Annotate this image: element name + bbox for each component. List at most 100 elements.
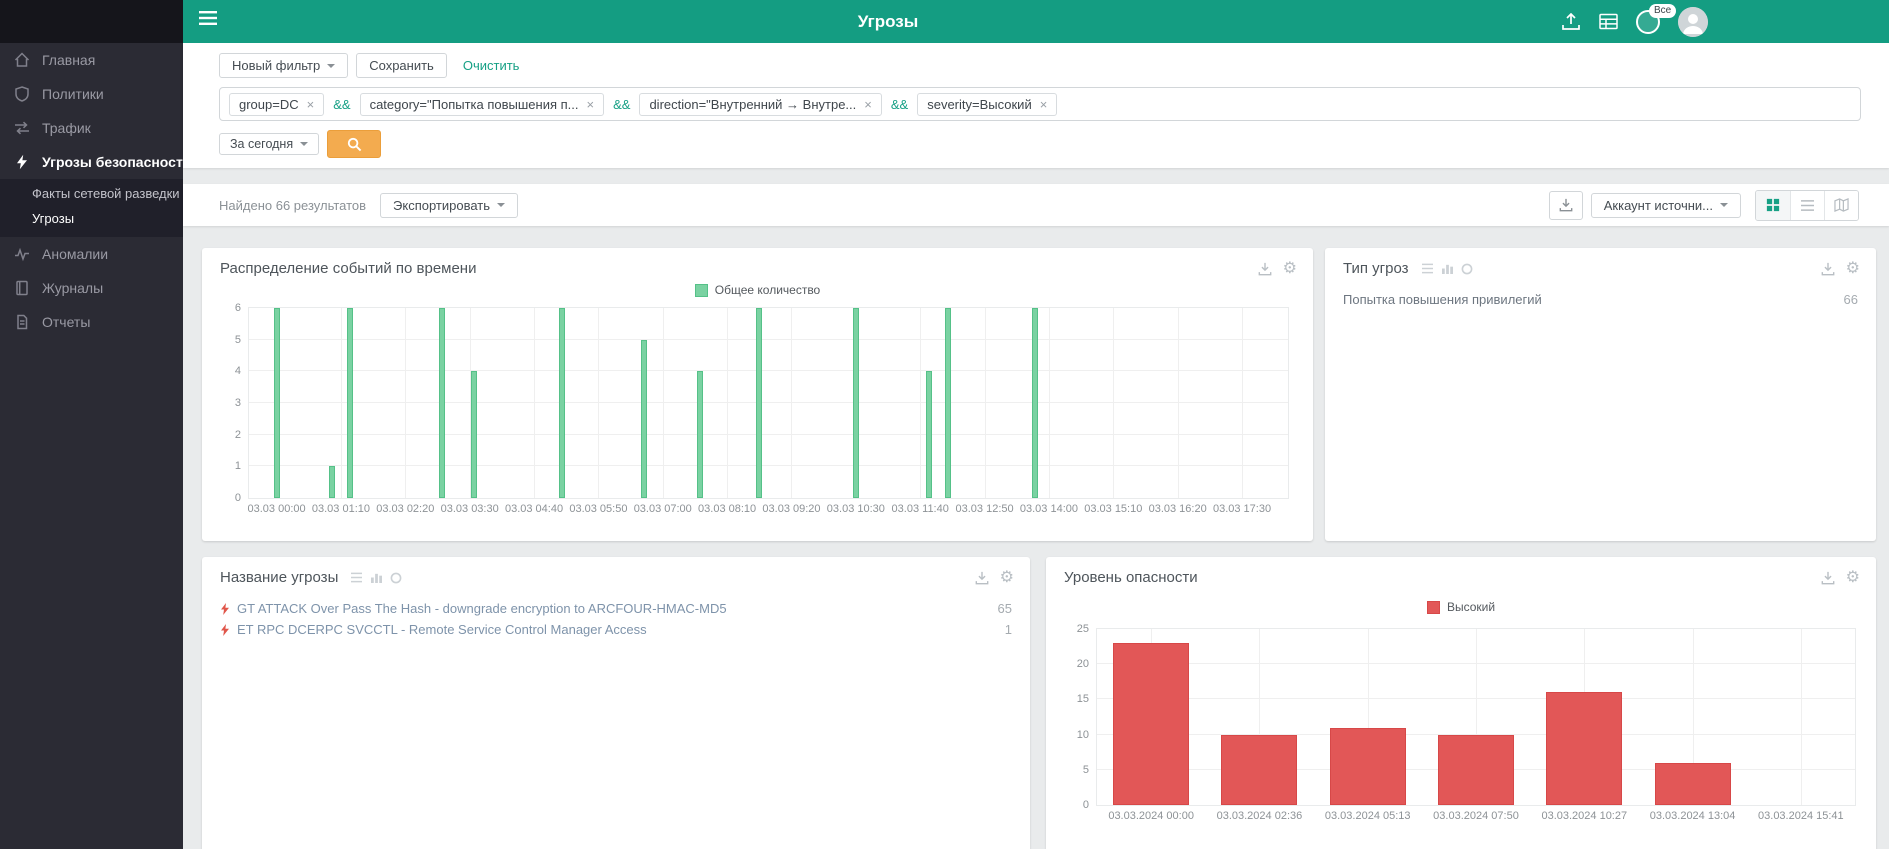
sidebar-item-label: Отчеты [42, 314, 90, 330]
clear-filter-link[interactable]: Очистить [463, 58, 520, 73]
source-account-select[interactable]: Аккаунт источни... [1591, 193, 1741, 218]
gridline [1178, 308, 1179, 498]
filter-chip[interactable]: severity=Высокий × [917, 93, 1057, 116]
table-view-icon[interactable] [350, 572, 363, 583]
severity-bar[interactable] [1330, 728, 1406, 805]
donut-view-icon[interactable] [390, 572, 402, 584]
card-download-icon[interactable] [1258, 262, 1272, 276]
timeline-bar[interactable] [756, 308, 762, 498]
sidebar-subitem-recon-facts[interactable]: Факты сетевой разведки [0, 181, 183, 206]
chip-remove-icon[interactable]: × [307, 98, 315, 111]
export-button[interactable]: Экспортировать [380, 193, 518, 218]
x-axis-tick-label: 03.03 05:50 [569, 503, 627, 515]
severity-bar[interactable] [1546, 692, 1622, 805]
filter-chip-text: severity=Высокий [927, 97, 1031, 112]
sidebar-item-journals[interactable]: Журналы [0, 271, 183, 305]
timeline-bar[interactable] [471, 371, 477, 498]
timeline-bar[interactable] [559, 308, 565, 498]
timeline-bar[interactable] [1032, 308, 1038, 498]
x-axis-tick-label: 03.03 01:10 [312, 503, 370, 515]
filter-operator: && [613, 97, 630, 112]
card-download-icon[interactable] [1821, 262, 1835, 276]
card-severity: Уровень опасности ⚙ Высокий 051015202503… [1046, 557, 1876, 849]
timeline-legend: Общее количество [202, 281, 1313, 299]
chip-remove-icon[interactable]: × [1040, 98, 1048, 111]
card-settings-gear-icon[interactable]: ⚙ [1846, 261, 1860, 277]
severity-plot: 051015202503.03.2024 00:0003.03.2024 02:… [1096, 628, 1856, 806]
donut-view-icon[interactable] [1461, 263, 1473, 275]
legend-label: Высокий [1447, 600, 1495, 614]
card-download-icon[interactable] [975, 571, 989, 585]
severity-bar[interactable] [1655, 763, 1731, 805]
chip-remove-icon[interactable]: × [587, 98, 595, 111]
threat-type-link[interactable]: Попытка повышения привилегий [1343, 292, 1542, 307]
bar-chart-view-icon[interactable] [370, 572, 383, 583]
sidebar-subitem-threats-page[interactable]: Угрозы [0, 206, 183, 231]
upload-icon[interactable] [1561, 13, 1581, 31]
severity-bar[interactable] [1438, 735, 1514, 805]
gridline [405, 308, 406, 498]
gridline [663, 308, 664, 498]
sidebar-item-traffic[interactable]: Трафик [0, 111, 183, 145]
sidebar-item-home[interactable]: Главная [0, 43, 183, 77]
threat-name-link[interactable]: GT ATTACK Over Pass The Hash - downgrade… [237, 601, 727, 616]
gridline [727, 308, 728, 498]
content: Новый фильтр Сохранить Очистить group=DC… [183, 43, 1889, 849]
view-cards-button[interactable] [1756, 191, 1790, 220]
threat-name-row: ET RPC DCERPC SVCCTL - Remote Service Co… [202, 619, 1030, 640]
gridline [1801, 629, 1802, 805]
card-tools: ⚙ [1821, 570, 1860, 586]
timeline-bar[interactable] [945, 308, 951, 498]
timeline-bar[interactable] [274, 308, 280, 498]
filter-chip[interactable]: category="Попытка повышения п...× [360, 93, 605, 116]
timeline-bar[interactable] [329, 466, 335, 498]
period-select-button[interactable]: За сегодня [219, 133, 319, 155]
card-download-icon[interactable] [1821, 571, 1835, 585]
download-results-button[interactable] [1549, 191, 1583, 220]
scope-all-control[interactable]: Все [1636, 10, 1660, 34]
filter-chip[interactable]: group=DC × [229, 93, 324, 116]
new-filter-button[interactable]: Новый фильтр [219, 53, 348, 78]
filter-chip-text: group=DC [239, 97, 299, 112]
sidebar-item-threats[interactable]: Угрозы безопасности [0, 145, 183, 179]
sidebar-item-anomalies[interactable]: Аномалии [0, 237, 183, 271]
y-axis-tick-label: 2 [235, 429, 241, 441]
legend-swatch [695, 284, 708, 297]
view-table-button[interactable] [1790, 191, 1824, 220]
source-account-label: Аккаунт источни... [1604, 198, 1713, 213]
view-switcher [1755, 190, 1859, 221]
menu-toggle-button[interactable] [199, 11, 217, 25]
avatar[interactable] [1678, 7, 1708, 37]
save-filter-button[interactable]: Сохранить [356, 53, 447, 78]
filter-chip[interactable]: direction="Внутренний → Внутре...× [639, 93, 881, 116]
anomaly-icon [14, 246, 30, 262]
threat-name-link[interactable]: ET RPC DCERPC SVCCTL - Remote Service Co… [237, 622, 647, 637]
search-button[interactable] [327, 130, 381, 158]
severity-bar[interactable] [1113, 643, 1189, 805]
y-axis-tick-label: 0 [1083, 799, 1089, 811]
sidebar-item-reports[interactable]: Отчеты [0, 305, 183, 339]
sidebar-item-policies[interactable]: Политики [0, 77, 183, 111]
home-icon [14, 52, 30, 68]
y-axis-tick-label: 25 [1077, 623, 1089, 635]
timeline-bar[interactable] [347, 308, 353, 498]
timeline-bar[interactable] [926, 371, 932, 498]
chip-remove-icon[interactable]: × [864, 98, 872, 111]
card-settings-gear-icon[interactable]: ⚙ [1283, 261, 1297, 277]
timeline-bar[interactable] [641, 340, 647, 498]
y-axis-tick-label: 5 [1083, 764, 1089, 776]
card-settings-gear-icon[interactable]: ⚙ [1846, 570, 1860, 586]
timeline-bar[interactable] [853, 308, 859, 498]
header-actions: Все [1561, 0, 1708, 43]
table-view-icon[interactable] [1421, 263, 1434, 274]
severity-bar[interactable] [1221, 735, 1297, 805]
bar-chart-view-icon[interactable] [1441, 263, 1454, 274]
timeline-bar[interactable] [439, 308, 445, 498]
user-icon [1678, 7, 1708, 37]
timeline-bar[interactable] [697, 371, 703, 498]
table-icon[interactable] [1599, 13, 1618, 30]
card-settings-gear-icon[interactable]: ⚙ [1000, 570, 1014, 586]
view-map-button[interactable] [1824, 191, 1858, 220]
filter-query-input[interactable]: group=DC × && category="Попытка повышения п… [219, 87, 1861, 121]
threat-name-count: 65 [998, 601, 1012, 616]
